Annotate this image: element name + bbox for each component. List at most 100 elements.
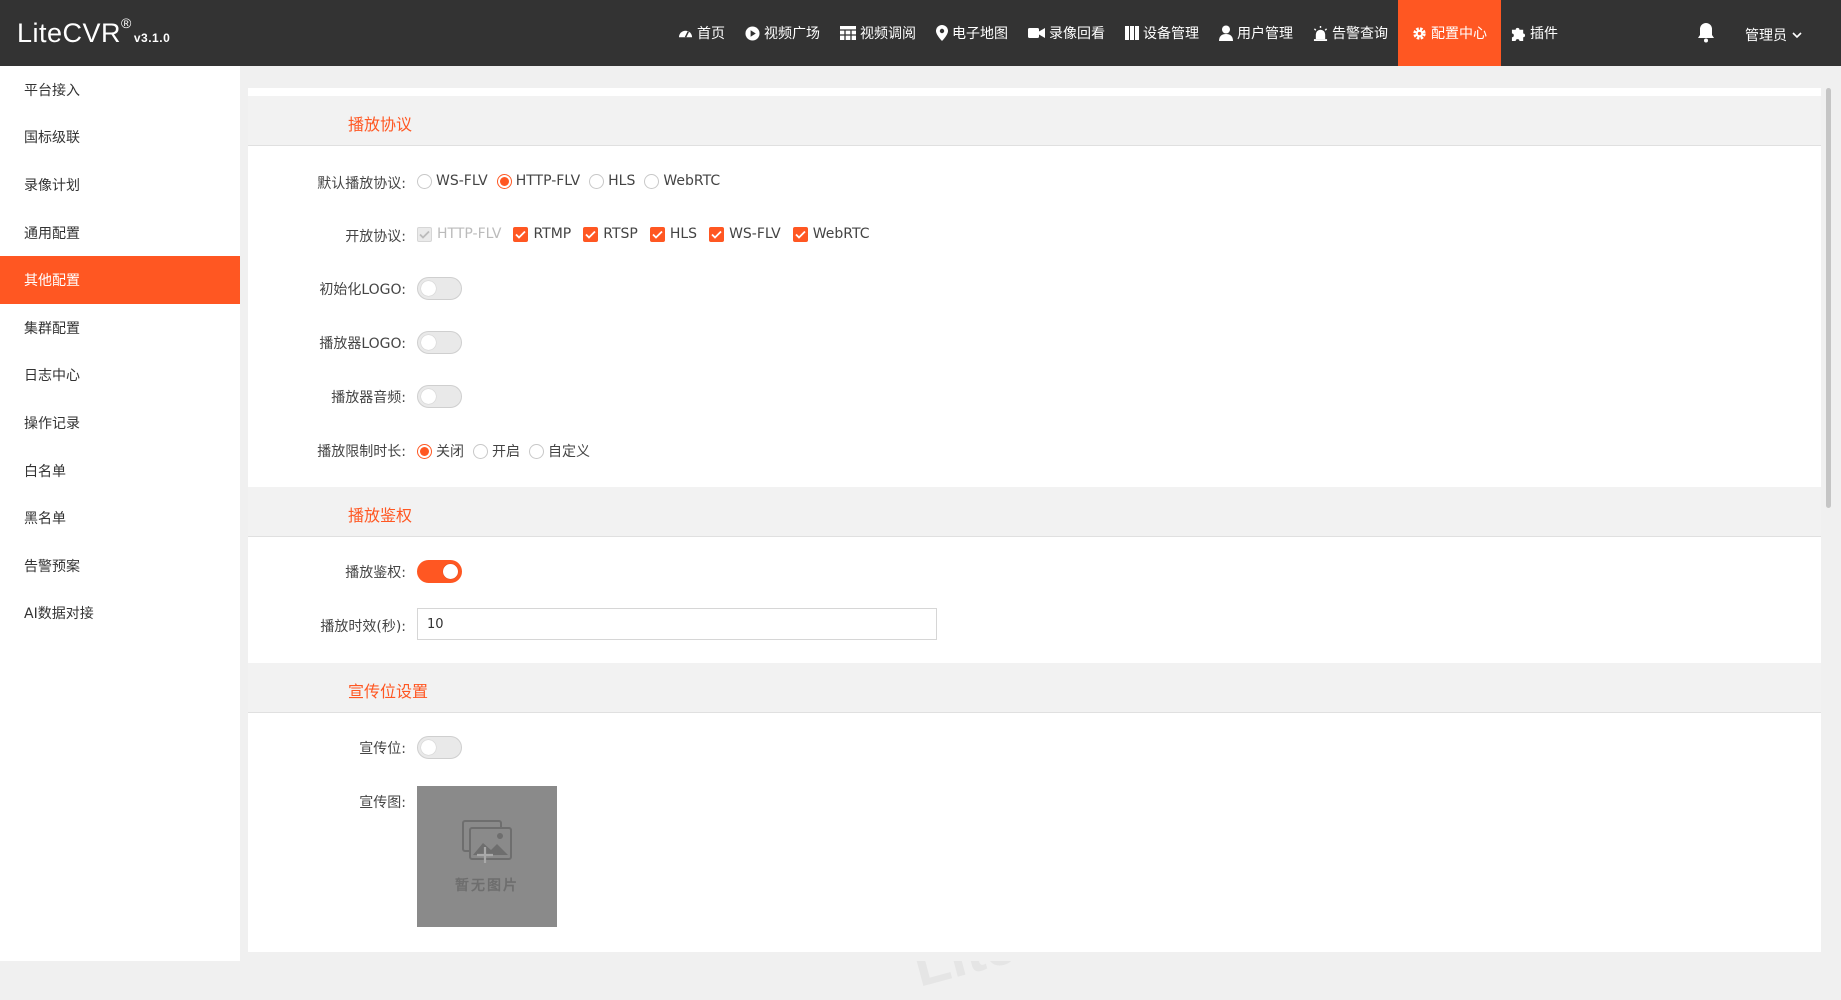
init-logo-toggle[interactable] [417,277,462,300]
nav-item-label: 首页 [697,26,725,42]
nav-item-plugins[interactable]: 插件 [1501,0,1568,66]
radio-limit-off[interactable]: 关闭 [417,441,464,461]
play-limit-radio-group: 关闭 开启 自定义 [417,441,599,461]
main-content: 播放协议 默认播放协议: WS-FLV HTTP-FLV HLS WebRTC … [240,66,1823,961]
sidebar-item-alarm-plan[interactable]: 告警预案 [0,542,240,590]
radio-http-flv[interactable]: HTTP-FLV [496,173,580,189]
nav-item-device-mgmt[interactable]: 设备管理 [1115,0,1209,66]
check-icon [419,230,430,239]
radio-limit-custom[interactable]: 自定义 [529,441,590,461]
nav-item-label: 录像回看 [1049,26,1105,42]
section-header-play-auth: 播放鉴权 [248,487,1823,537]
player-audio-label: 播放器音频: [331,390,406,406]
promo-slot-toggle[interactable] [417,736,462,759]
sidebar-item-other-config[interactable]: 其他配置 [0,256,240,304]
section-header-promo: 宣传位设置 [248,663,1823,713]
player-logo-label: 播放器LOGO: [319,336,406,352]
check-icon [515,230,527,239]
play-validity-input[interactable] [417,608,937,640]
checkbox-rtmp[interactable]: RTMP [513,226,571,242]
user-menu[interactable]: 管理员 [1745,25,1802,45]
notification-bell-icon[interactable] [1696,22,1716,43]
section-title: 播放协议 [348,115,413,134]
alarm-icon [1313,25,1328,41]
init-logo-label: 初始化LOGO: [319,282,406,298]
sidebar-item-record-plan[interactable]: 录像计划 [0,161,240,209]
nav-item-label: 插件 [1530,26,1558,42]
checkbox-rtsp[interactable]: RTSP [583,226,638,242]
checkbox-webrtc[interactable]: WebRTC [792,226,870,242]
check-icon [795,230,806,239]
play-auth-toggle[interactable] [417,560,462,583]
sidebar-item-general-config[interactable]: 通用配置 [0,209,240,257]
top-navbar: LiteCVR®v3.1.0 首页 视频广场 视频调阅 电子地图 录像回看 设备… [0,0,1841,66]
player-audio-toggle[interactable] [417,385,462,408]
sidebar-item-platform-access[interactable]: 平台接入 [0,66,240,114]
main-nav: 首页 视频广场 视频调阅 电子地图 录像回看 设备管理 用户管理 告警查询 配置… [668,0,1568,66]
nav-item-label: 电子地图 [952,26,1008,42]
promo-image-label: 宣传图: [359,795,406,811]
scrollbar-track[interactable] [1821,66,1841,961]
config-panel: 播放协议 默认播放协议: WS-FLV HTTP-FLV HLS WebRTC … [248,88,1823,952]
play-validity-label: 播放时效(秒): [320,619,406,635]
promo-slot-label: 宣传位: [359,741,406,757]
player-logo-toggle[interactable] [417,331,462,354]
nav-item-video-square[interactable]: 视频广场 [735,0,830,66]
nav-item-playback[interactable]: 录像回看 [1018,0,1115,66]
app-logo[interactable]: LiteCVR®v3.1.0 [17,15,171,49]
nav-item-label: 视频广场 [764,26,820,42]
radio-ws-flv[interactable]: WS-FLV [417,173,488,189]
check-icon [652,230,663,239]
default-protocol-radio-group: WS-FLV HTTP-FLV HLS WebRTC [417,173,729,189]
checkbox-hls[interactable]: HLS [649,226,697,242]
sidebar-item-blacklist[interactable]: 黑名单 [0,494,240,542]
nav-item-label: 设备管理 [1143,26,1199,42]
user-icon [1219,25,1233,41]
upload-empty-text: 暂无图片 [455,877,519,894]
sidebar-item-cluster-config[interactable]: 集群配置 [0,304,240,352]
play-auth-label: 播放鉴权: [345,565,406,581]
nav-item-label: 用户管理 [1237,26,1293,42]
checkbox-ws-flv[interactable]: WS-FLV [709,226,781,242]
checkbox-http-flv: HTTP-FLV [417,226,501,242]
sidebar-item-whitelist[interactable]: 白名单 [0,447,240,495]
nav-item-alarm-query[interactable]: 告警查询 [1303,0,1398,66]
nav-item-user-mgmt[interactable]: 用户管理 [1209,0,1303,66]
play-limit-label: 播放限制时长: [317,444,406,460]
check-icon [585,230,596,239]
version-label: v3.1.0 [133,31,171,45]
puzzle-icon [1511,27,1526,41]
open-protocols-label: 开放协议: [345,229,406,245]
columns-icon [1125,26,1139,40]
image-placeholder-icon [462,819,512,863]
nav-item-home[interactable]: 首页 [668,0,735,66]
video-camera-icon [1028,28,1045,38]
play-circle-icon [745,25,760,41]
nav-item-video-review[interactable]: 视频调阅 [830,0,926,66]
check-icon [711,230,722,239]
section-title: 播放鉴权 [348,506,413,525]
sidebar-item-operation-log[interactable]: 操作记录 [0,399,240,447]
chevron-down-icon [1792,31,1802,38]
radio-webrtc[interactable]: WebRTC [644,173,720,189]
radio-limit-on[interactable]: 开启 [473,441,520,461]
dashboard-icon [678,30,693,38]
scrollbar-thumb[interactable] [1826,88,1831,508]
promo-image-upload[interactable]: 暂无图片 [417,786,557,927]
nav-item-label: 配置中心 [1431,26,1487,42]
gear-icon [1413,26,1426,40]
nav-item-label: 视频调阅 [860,26,916,42]
open-protocols-checkbox-group: HTTP-FLV RTMP RTSP HLS WS-FLV WebRTC [417,226,882,242]
radio-hls[interactable]: HLS [589,173,635,189]
sidebar-item-ai-data[interactable]: AI数据对接 [0,590,240,638]
nav-item-map[interactable]: 电子地图 [926,0,1018,66]
sidebar: 平台接入 国标级联 录像计划 通用配置 其他配置 集群配置 日志中心 操作记录 … [0,66,240,961]
nav-item-config-center[interactable]: 配置中心 [1398,0,1501,66]
user-name: 管理员 [1745,28,1787,44]
sidebar-item-log-center[interactable]: 日志中心 [0,352,240,400]
default-protocol-label: 默认播放协议: [317,176,406,192]
grid-table-icon [840,26,856,40]
map-pin-icon [936,25,948,41]
section-header-play-protocol: 播放协议 [248,96,1823,146]
sidebar-item-gb-cascade[interactable]: 国标级联 [0,114,240,162]
